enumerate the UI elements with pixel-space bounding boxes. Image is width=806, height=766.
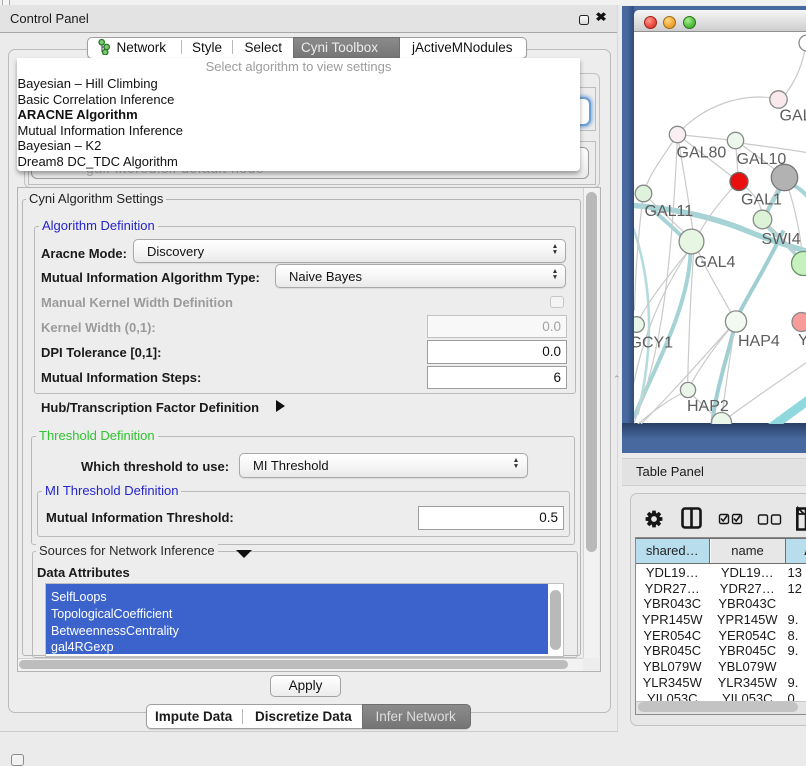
- svg-text:Y: Y: [798, 332, 806, 349]
- svg-text:GCY1: GCY1: [634, 334, 673, 351]
- svg-text:GAL7: GAL7: [779, 107, 806, 124]
- svg-text:GAL4: GAL4: [694, 254, 735, 271]
- svg-text:HAP2: HAP2: [687, 398, 729, 415]
- svg-text:GAL1: GAL1: [741, 191, 782, 208]
- svg-text:HAP4: HAP4: [738, 333, 780, 350]
- svg-text:GAL11: GAL11: [644, 203, 693, 220]
- svg-text:GAL10: GAL10: [736, 151, 786, 168]
- svg-text:SWI4: SWI4: [761, 231, 800, 248]
- svg-text:GAL80: GAL80: [676, 144, 726, 161]
